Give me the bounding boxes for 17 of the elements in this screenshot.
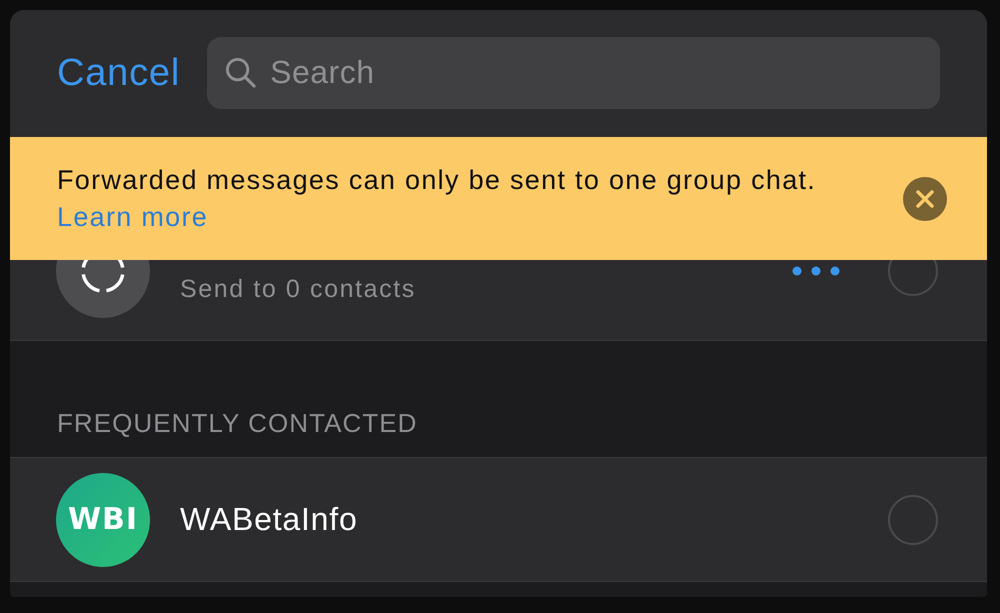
radio-button[interactable] [888,260,938,296]
learn-more-link[interactable]: Learn more [57,202,208,232]
radio-button[interactable] [888,494,938,544]
contact-name: WABetaInfo [180,501,359,538]
contact-row[interactable]: WBI WABetaInfo [10,457,987,582]
cancel-button[interactable]: Cancel [57,52,180,94]
status-ring-icon [56,260,150,318]
status-row[interactable]: Send to 0 contacts [10,260,987,341]
section-title: FREQUENTLY CONTACTED [57,408,418,439]
logo-avatar: WBI [56,472,150,566]
search-field[interactable]: Search [207,36,940,108]
close-button[interactable] [903,176,947,220]
banner-message: Forwarded messages can only be sent to one group chat. [57,164,816,196]
more-icon[interactable] [792,266,840,276]
status-subtitle: Send to 0 contacts [180,275,417,304]
close-icon [916,190,934,208]
search-icon [225,56,256,88]
